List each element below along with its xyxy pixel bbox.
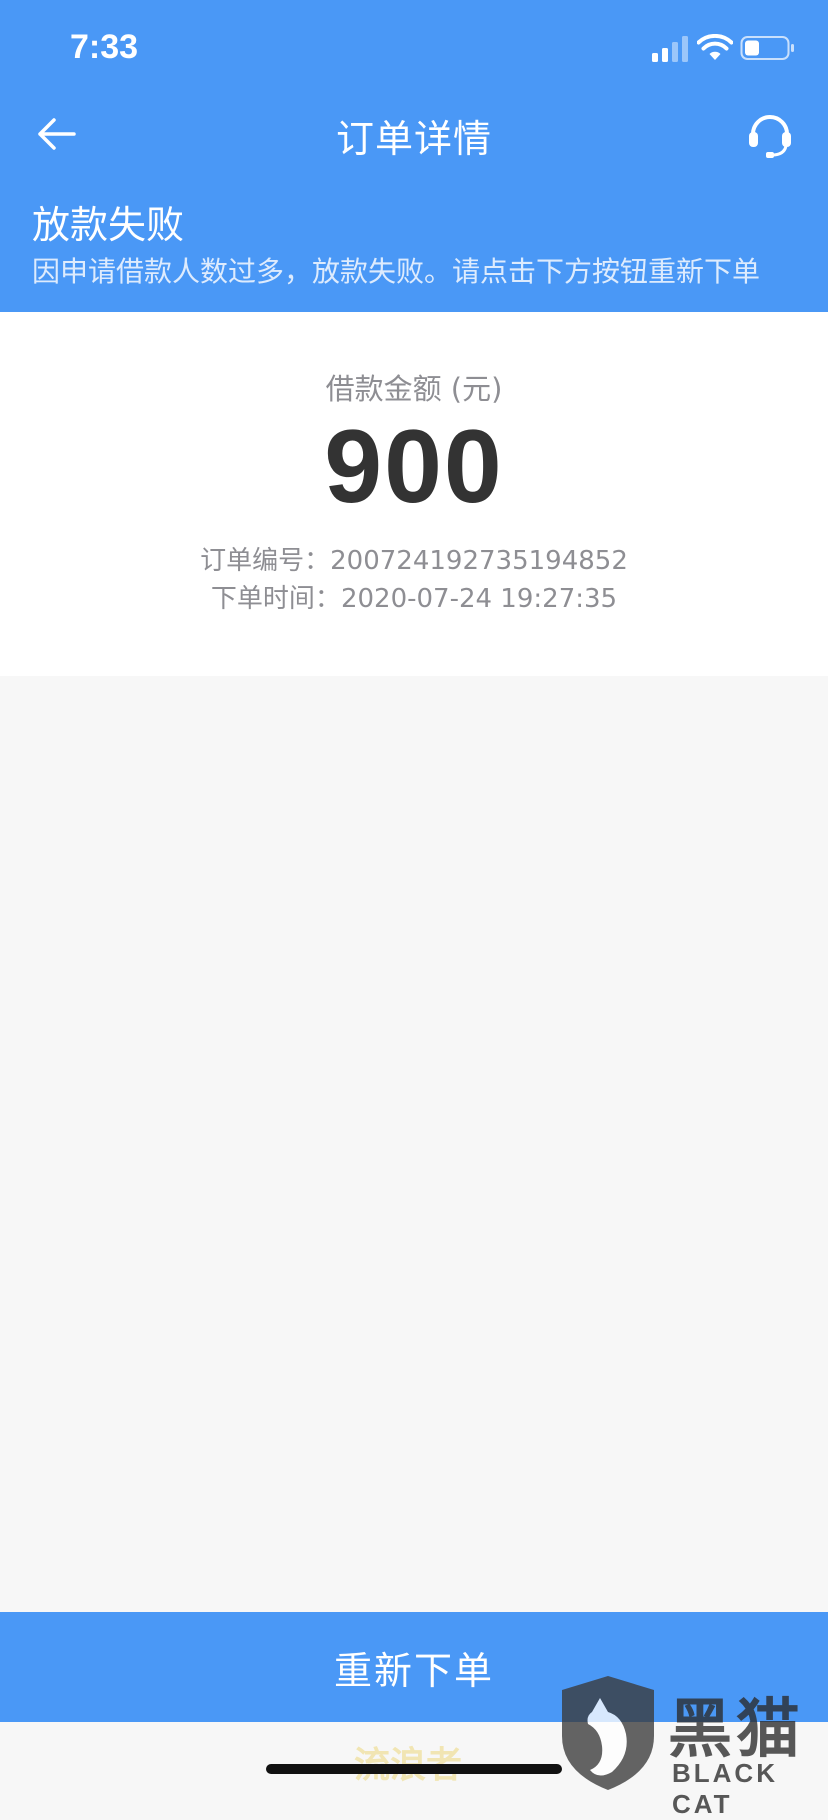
customer-service-button[interactable] — [738, 102, 802, 166]
page-title: 订单详情 — [335, 117, 492, 161]
headset-icon — [749, 115, 791, 158]
loan-status-description: 因申请借款人数过多，放款失败。请点击下方按钮重新下单 — [32, 255, 761, 288]
signal-icon — [652, 36, 688, 62]
loan-amount-label: 借款金额 (元) — [325, 372, 503, 406]
order-number-label: 订单编号： — [200, 546, 331, 576]
order-time-row: 下单时间：2020-07-24 19:27:35 — [0, 578, 828, 615]
home-indicator[interactable] — [266, 1764, 562, 1774]
wifi-icon — [697, 34, 733, 60]
logo-english-text: BLACK CAT — [672, 1758, 778, 1819]
status-time: 7:33 — [70, 28, 139, 66]
order-time-value: 2020-07-24 19:27:35 — [340, 584, 618, 614]
order-number-row: 订单编号：200724192735194852 — [0, 540, 828, 577]
battery-icon — [740, 36, 794, 60]
navigation-bar: 订单详情 — [0, 90, 828, 178]
cat-shield-icon — [562, 1676, 654, 1790]
order-time-label: 下单时间： — [210, 584, 341, 614]
order-summary-card: 借款金额 (元) 900 订单编号：200724192735194852 下单时… — [0, 312, 828, 676]
loan-status-title: 放款失败 — [32, 203, 185, 247]
watermark-text: 流浪者 — [354, 1736, 462, 1788]
status-bar: 7:33 — [0, 0, 828, 90]
black-cat-logo: 黑猫 BLACK CAT — [556, 1672, 828, 1819]
order-number-value: 200724192735194852 — [330, 546, 628, 576]
logo-chinese-text: 黑猫 — [668, 1693, 804, 1767]
loan-amount-value: 900 — [324, 409, 504, 525]
